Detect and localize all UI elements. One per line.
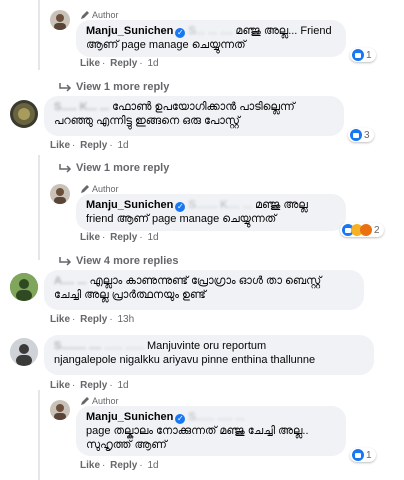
reply-button[interactable]: Reply [110, 232, 137, 243]
comment-actions: Like · Reply · 1d [80, 232, 159, 243]
view-more-replies[interactable]: View 4 more replies [58, 255, 179, 267]
timestamp[interactable]: 1d [118, 380, 129, 391]
like-button[interactable]: Like [50, 314, 70, 325]
commenter-name[interactable]: S..... K... ... [54, 101, 109, 113]
comment-bubble: A.... ... എല്ലാം കാണുന്നുണ്ട് പ്രോഗ്രാം … [44, 270, 364, 310]
reply-arrow-icon [59, 83, 72, 92]
commenter-name[interactable]: A.... ... [54, 275, 86, 287]
comment-bubble: S..... K... ... ഫോൺ ഉപയോഗിക്കാൻ പാടില്ലെ… [44, 96, 344, 136]
thread-line [38, 390, 40, 480]
reaction-summary[interactable]: 2 [340, 223, 384, 237]
commenter-name[interactable]: S........ .... [54, 340, 101, 352]
reaction-summary[interactable]: 1 [350, 48, 376, 62]
avatar[interactable] [50, 184, 70, 204]
author-tag: Author [80, 184, 119, 194]
comment-actions: Like · Reply · 1d [80, 58, 159, 69]
reply-button[interactable]: Reply [110, 58, 137, 69]
comment-bubble: Manju_Sunichen ✓ S... ... .... മഞ്ജു അല്ല… [76, 20, 346, 57]
comment-actions: Like · Reply · 1d [80, 460, 159, 471]
reply-button[interactable]: Reply [110, 460, 137, 471]
like-button[interactable]: Like [50, 380, 70, 391]
like-reaction-icon [352, 49, 364, 61]
timestamp[interactable]: 1d [148, 58, 159, 69]
verified-badge-icon: ✓ [175, 202, 186, 212]
reaction-summary[interactable]: 3 [348, 128, 374, 142]
author-tag: Author [80, 10, 119, 20]
reaction-summary[interactable]: 1 [350, 448, 376, 462]
comment-bubble: Manju_Sunichen ✓ S....... K.... ... മഞ്ജു… [76, 194, 346, 231]
pen-icon [81, 11, 89, 19]
comment-bubble: Manju_Sunichen ✓ S...... ..... ... page ത… [76, 406, 346, 456]
avatar[interactable] [10, 100, 38, 128]
comment-actions: Like · Reply · 13h [50, 314, 135, 325]
author-name[interactable]: Manju_Sunichen [86, 411, 173, 423]
verified-badge-icon: ✓ [175, 28, 186, 38]
angry-reaction-icon [360, 224, 372, 236]
reply-arrow-icon [59, 257, 72, 266]
like-button[interactable]: Like [80, 58, 100, 69]
like-button[interactable]: Like [80, 232, 100, 243]
comment-bubble: S........ .... ...... ...... Manjuvinte … [44, 335, 374, 375]
timestamp[interactable]: 1d [148, 232, 159, 243]
timestamp[interactable]: 1d [148, 460, 159, 471]
avatar[interactable] [50, 400, 70, 420]
reply-arrow-icon [59, 164, 72, 173]
reply-button[interactable]: Reply [80, 140, 107, 151]
pen-icon [81, 185, 89, 193]
like-button[interactable]: Like [50, 140, 70, 151]
avatar[interactable] [10, 338, 38, 366]
like-button[interactable]: Like [80, 460, 100, 471]
pen-icon [81, 397, 89, 405]
verified-badge-icon: ✓ [175, 414, 186, 424]
view-more-replies[interactable]: View 1 more reply [58, 81, 169, 93]
reply-button[interactable]: Reply [80, 314, 107, 325]
like-reaction-icon [352, 449, 364, 461]
avatar[interactable] [10, 273, 38, 301]
thread-line [38, 0, 40, 70]
author-name[interactable]: Manju_Sunichen [86, 199, 173, 211]
reply-button[interactable]: Reply [80, 380, 107, 391]
author-name[interactable]: Manju_Sunichen [86, 25, 173, 37]
avatar[interactable] [50, 10, 70, 30]
thread-line [38, 155, 40, 260]
timestamp[interactable]: 13h [118, 314, 135, 325]
comment-actions: Like · Reply · 1d [50, 140, 129, 151]
comment-actions: Like · Reply · 1d [50, 380, 129, 391]
author-tag: Author [80, 396, 119, 406]
like-reaction-icon [350, 129, 362, 141]
view-more-replies[interactable]: View 1 more reply [58, 162, 169, 174]
timestamp[interactable]: 1d [118, 140, 129, 151]
